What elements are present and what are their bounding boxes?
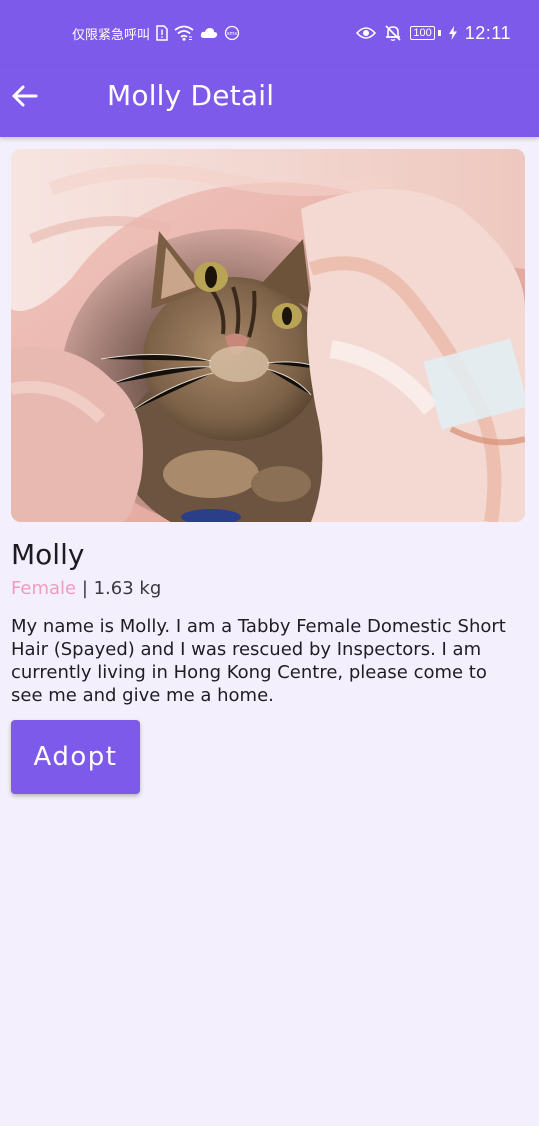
- sms-icon: sms: [224, 25, 240, 41]
- status-right-group: 100 12:11: [356, 20, 511, 46]
- status-left-group: 仅限紧急呼叫 sms: [72, 22, 240, 44]
- status-bar: 仅限紧急呼叫 sms 100 12:11: [0, 0, 539, 66]
- eye-icon: [356, 26, 377, 40]
- battery-level: 100: [410, 26, 435, 40]
- svg-text:sms: sms: [227, 31, 237, 37]
- page-title: Molly Detail: [107, 79, 275, 112]
- adopt-button[interactable]: Adopt: [11, 720, 140, 794]
- charging-icon: [448, 26, 457, 40]
- back-button[interactable]: [6, 78, 42, 114]
- bell-off-icon: [384, 24, 402, 42]
- wifi-icon: [174, 25, 194, 41]
- pet-description: My name is Molly. I am a Tabby Female Do…: [11, 616, 506, 706]
- cat-photo-illustration: [11, 149, 525, 522]
- pet-name: Molly: [11, 538, 85, 571]
- cloud-icon: [200, 27, 218, 39]
- battery-icon: 100: [410, 26, 441, 40]
- status-time: 12:11: [464, 22, 511, 43]
- arrow-left-icon: [10, 84, 38, 108]
- pet-weight: 1.63 kg: [93, 578, 162, 599]
- pet-meta: Female | 1.63 kg: [11, 576, 161, 602]
- pet-gender: Female: [11, 578, 77, 599]
- meta-separator: |: [76, 578, 94, 599]
- carrier-text: 仅限紧急呼叫: [72, 27, 151, 43]
- sim-alert-icon: [156, 25, 168, 41]
- app-bar: Molly Detail: [0, 66, 539, 137]
- pet-photo: [11, 149, 525, 522]
